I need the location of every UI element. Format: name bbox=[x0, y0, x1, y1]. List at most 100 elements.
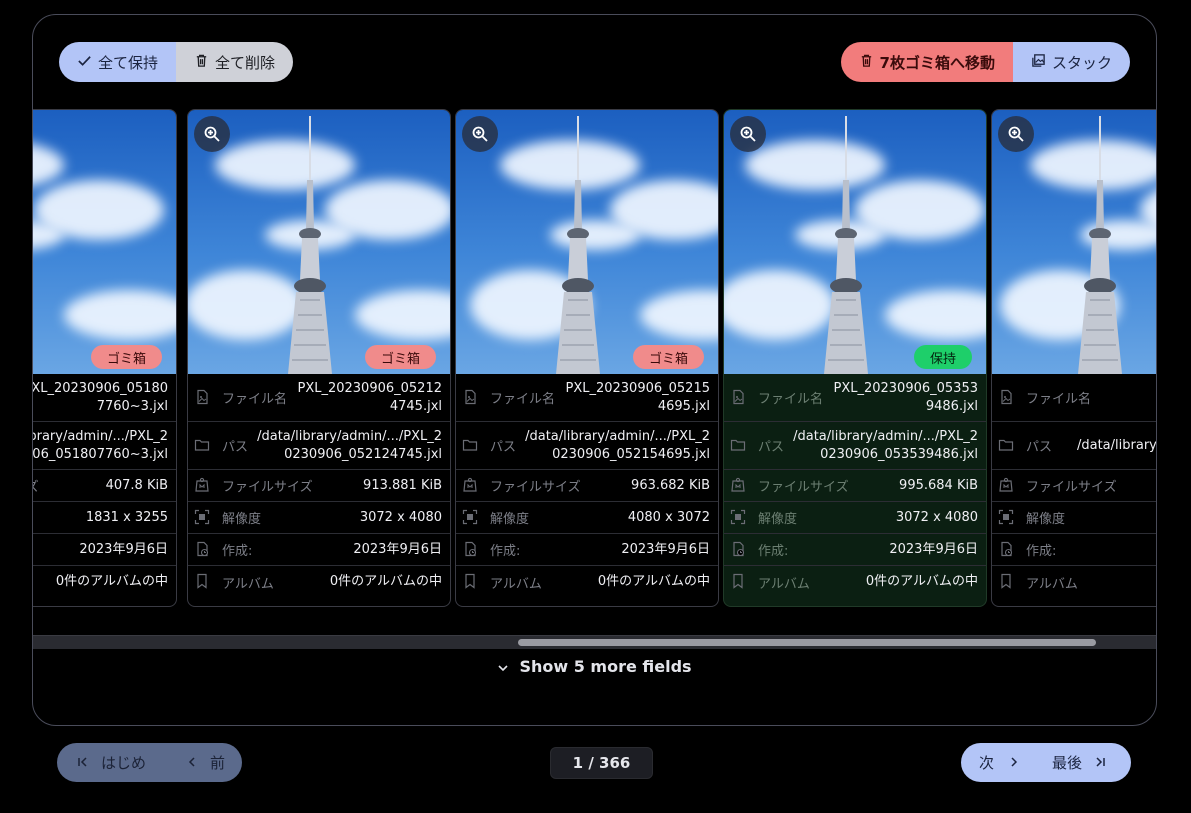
metadata-row-album: アルバム0件のアルバムの中 bbox=[188, 566, 450, 598]
metadata-list: ファイル名 PXL_20230906_052154695.jxl パス/data/l… bbox=[456, 374, 718, 598]
metadata-value: 2023年9月6日 bbox=[889, 541, 978, 557]
metadata-label: 解像度 bbox=[222, 512, 262, 527]
file-clock-icon bbox=[998, 541, 1016, 559]
status-badge[interactable]: ゴミ箱 bbox=[364, 345, 436, 369]
metadata-list: ファイル名PXL_20230906_051807760~3.jxlパス/data… bbox=[33, 374, 176, 598]
next-page-button[interactable]: 次 bbox=[979, 752, 1020, 773]
zoom-in-icon[interactable] bbox=[194, 116, 230, 152]
metadata-value: 0件のアルバムの中 bbox=[865, 574, 978, 589]
metadata-value: 4080 x 3072 bbox=[627, 509, 710, 525]
last-page-icon bbox=[1094, 754, 1106, 772]
metadata-row-path: パス/data/library/admin/.../PXL_20230906_0… bbox=[188, 422, 450, 470]
stack-button[interactable]: スタック bbox=[1012, 42, 1130, 82]
zoom-in-icon[interactable] bbox=[462, 116, 498, 152]
move-to-trash-button[interactable]: 7枚ゴミ箱へ移動 bbox=[840, 42, 1013, 82]
asset-card[interactable]: ゴミ箱ファイル名 PXL_20230906_052154695.jxl パス/dat… bbox=[455, 109, 719, 607]
metadata-row-created: 作成:2023年9月6日 bbox=[456, 534, 718, 566]
asset-card[interactable]: 保持 ファイル名 PXL_20230906_053539486.jxl パス/data… bbox=[723, 109, 987, 607]
asset-thumbnail[interactable]: ゴミ箱 bbox=[456, 110, 718, 374]
metadata-row-path: パス/data/library/admin/.../PXL_20230906_0… bbox=[724, 422, 986, 470]
check-icon bbox=[77, 53, 92, 72]
asset-card[interactable]: ゴミ箱ファイル名PXL_20230906_051807760~3.jxlパス/d… bbox=[33, 109, 177, 607]
metadata-value: PXL_20230906_053539486.jxl bbox=[833, 380, 978, 414]
image-file-icon bbox=[730, 389, 748, 407]
metadata-row-created: 作成:2023年9月6日 bbox=[188, 534, 450, 566]
metadata-value: /data/library/admin/.../PXL_20230906_053… bbox=[793, 428, 978, 462]
metadata-row-resolution: 解像度 3072 x 4080 bbox=[724, 502, 986, 534]
metadata-value: 0件のアルバムの中 bbox=[329, 574, 442, 589]
zoom-in-icon[interactable] bbox=[730, 116, 766, 152]
metadata-row-created: 作成:2023年9月6日 bbox=[33, 534, 176, 566]
tower-illustration bbox=[250, 110, 370, 374]
folder-icon bbox=[462, 437, 480, 455]
metadata-label: ファイル名 bbox=[490, 392, 556, 407]
image-file-icon bbox=[194, 389, 212, 407]
stack-action-group: 7枚ゴミ箱へ移動 スタック bbox=[840, 42, 1130, 82]
asset-card[interactable]: ゴミ箱 ファイル名 PXL_20230906_052124745.jxl パス/dat… bbox=[187, 109, 451, 607]
status-badge[interactable]: ゴミ箱 bbox=[632, 345, 704, 369]
weight-icon bbox=[998, 477, 1016, 495]
metadata-value: 2023年9月6日 bbox=[621, 541, 710, 557]
asset-thumbnail[interactable]: ゴミ箱 bbox=[33, 110, 176, 374]
image-file-icon bbox=[998, 389, 1016, 407]
next-page-label: 次 bbox=[979, 754, 995, 772]
metadata-label: パス bbox=[490, 440, 517, 455]
asset-thumbnail[interactable] bbox=[992, 110, 1156, 374]
metadata-row-created: 作成: 2023年9月6日 bbox=[724, 534, 986, 566]
metadata-row-resolution: 解像度 bbox=[992, 502, 1156, 534]
horizontal-scrollbar[interactable] bbox=[33, 635, 1156, 649]
last-page-button[interactable]: 最後 bbox=[1052, 752, 1106, 773]
show-more-fields-button[interactable]: Show 5 more fields bbox=[33, 657, 1156, 676]
keep-all-button[interactable]: 全て保持 bbox=[59, 42, 177, 82]
page-counter: 1 / 366 bbox=[550, 747, 653, 779]
metadata-row-resolution: 解像度1831 x 3255 bbox=[33, 502, 176, 534]
file-clock-icon bbox=[462, 541, 480, 559]
metadata-row-path: パス/data/library/admin/.../PXL_20230906_0… bbox=[456, 422, 718, 470]
metadata-value: PXL_20 bbox=[1091, 389, 1156, 407]
metadata-row-filename: ファイル名PXL_20230906_051807760~3.jxl bbox=[33, 374, 176, 422]
first-page-button[interactable]: はじめ bbox=[77, 752, 146, 773]
asset-thumbnail[interactable]: ゴミ箱 bbox=[188, 110, 450, 374]
metadata-label: 作成: bbox=[222, 544, 253, 559]
metadata-label: 解像度 bbox=[1026, 512, 1066, 527]
scrollbar-thumb[interactable] bbox=[518, 639, 1096, 646]
status-badge[interactable]: 保持 bbox=[913, 345, 972, 369]
asset-thumbnail[interactable]: 保持 bbox=[724, 110, 986, 374]
metadata-value: /data/library/admin/.../PXL_20230906_051… bbox=[33, 428, 168, 462]
metadata-label: 解像度 bbox=[758, 512, 798, 527]
metadata-label: ファイルサイズ bbox=[490, 480, 581, 495]
file-clock-icon bbox=[730, 541, 748, 559]
weight-icon bbox=[730, 477, 748, 495]
folder-icon bbox=[998, 437, 1016, 455]
chevron-right-icon bbox=[1008, 754, 1020, 772]
stack-label: スタック bbox=[1051, 53, 1112, 72]
metadata-label: 作成: bbox=[758, 544, 789, 559]
asset-card[interactable]: ファイル名PXL_20パス/data/library/a 230906_05ファ… bbox=[991, 109, 1156, 607]
cloud-shape bbox=[64, 290, 176, 340]
status-badge[interactable]: ゴミ箱 bbox=[90, 345, 162, 369]
cloud-shape bbox=[640, 290, 718, 340]
metadata-value: PXL_20230906_051807760~3.jxl bbox=[33, 380, 168, 414]
fullscreen-icon bbox=[194, 509, 212, 527]
bulk-action-group: 全て保持 全て削除 bbox=[59, 42, 294, 82]
delete-all-button[interactable]: 全て削除 bbox=[176, 42, 294, 82]
fullscreen-icon bbox=[462, 509, 480, 527]
image-file-icon bbox=[462, 389, 480, 407]
metadata-value: 407.8 KiB bbox=[105, 477, 168, 493]
metadata-label: ファイル名 bbox=[1026, 392, 1092, 407]
metadata-row-filesize: ファイルサイズ 963.682 KiB bbox=[456, 470, 718, 502]
last-page-label: 最後 bbox=[1052, 754, 1083, 772]
move-to-trash-label: 7枚ゴミ箱へ移動 bbox=[879, 53, 995, 72]
zoom-in-icon[interactable] bbox=[998, 116, 1034, 152]
metadata-row-album: アルバム0件のアルバムの中 bbox=[456, 566, 718, 598]
bookmark-icon bbox=[462, 573, 480, 591]
chevron-left-icon bbox=[186, 754, 198, 772]
tower-illustration bbox=[518, 110, 638, 374]
metadata-label: パス bbox=[222, 440, 249, 455]
folder-icon bbox=[194, 437, 212, 455]
folder-icon bbox=[730, 437, 748, 455]
prev-page-button[interactable]: 前 bbox=[186, 752, 225, 773]
metadata-row-filesize: ファイルサイズ bbox=[992, 470, 1156, 502]
metadata-row-album: アルバム0件のアルバムの中 bbox=[33, 566, 176, 598]
metadata-value: /data/library/admin/.../PXL_20230906_052… bbox=[525, 428, 710, 462]
